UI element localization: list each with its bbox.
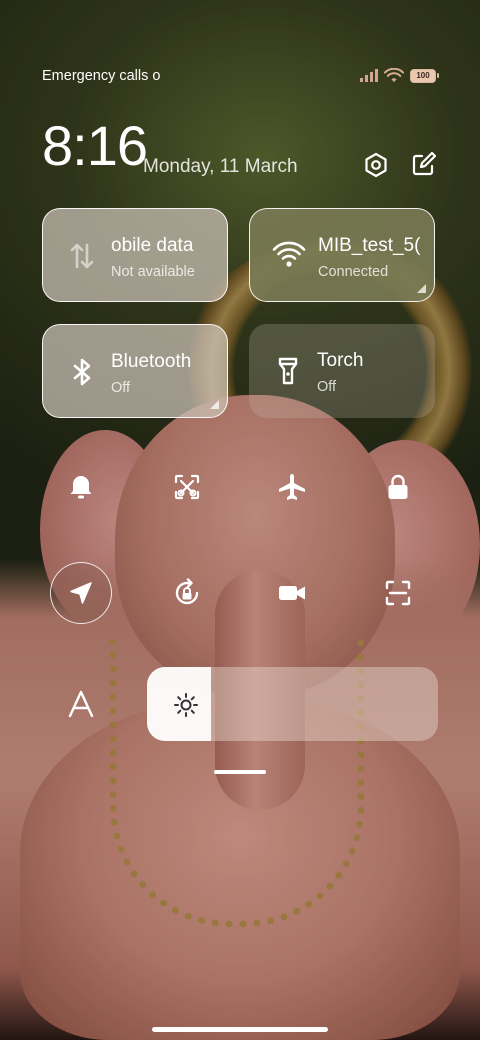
tile-mobile-data[interactable]: obile data Not available	[42, 208, 228, 302]
tile-mobile-data-title: obile data	[111, 235, 194, 256]
toggle-screen-record[interactable]	[261, 562, 323, 624]
battery-level: 100	[416, 71, 430, 80]
tile-bluetooth-title: Bluetooth	[111, 351, 192, 372]
toggle-screenshot[interactable]	[156, 456, 218, 518]
location-icon	[70, 582, 92, 604]
auto-brightness-icon	[68, 690, 94, 718]
torch-icon	[278, 357, 298, 385]
signal-icon	[360, 69, 378, 82]
rotation-lock-icon	[175, 578, 199, 605]
tile-bluetooth[interactable]: Bluetooth Off	[42, 324, 228, 418]
wifi-icon	[272, 241, 306, 267]
toggle-location[interactable]	[50, 562, 112, 624]
clock: 8:16	[42, 114, 148, 177]
status-bar: Emergency calls o 100	[0, 62, 480, 90]
auto-brightness-toggle[interactable]	[50, 673, 112, 735]
toggle-scanner[interactable]	[367, 562, 429, 624]
tile-wifi-title: MIB_test_5(	[318, 235, 421, 256]
toggle-lock-screen[interactable]	[367, 456, 429, 518]
lock-icon	[388, 474, 408, 499]
mobile-data-icon	[70, 243, 94, 269]
expand-corner-icon[interactable]	[417, 284, 426, 293]
tile-bluetooth-status: Off	[111, 380, 131, 396]
screenshot-icon	[174, 474, 200, 500]
expand-corner-icon[interactable]	[210, 400, 219, 409]
sun-icon	[174, 693, 198, 717]
bell-icon	[70, 476, 92, 499]
date: Monday, 11 March	[143, 156, 298, 177]
tile-wifi[interactable]: MIB_test_5( Connected	[249, 208, 435, 302]
tile-torch-status: Off	[317, 379, 337, 395]
panel-drag-handle[interactable]	[214, 770, 266, 774]
airplane-icon	[279, 474, 305, 500]
toggle-rotation-lock[interactable]	[156, 562, 218, 624]
tile-mobile-data-status: Not available	[111, 264, 195, 280]
toggle-sound[interactable]	[50, 456, 112, 518]
battery-icon: 100	[410, 68, 439, 83]
settings-icon[interactable]	[361, 150, 391, 180]
tile-torch-title: Torch	[317, 350, 364, 371]
toggle-airplane[interactable]	[261, 456, 323, 518]
tile-torch[interactable]: Torch Off	[249, 324, 435, 418]
scan-icon	[385, 580, 411, 606]
tile-wifi-status: Connected	[318, 264, 389, 280]
brightness-slider[interactable]	[147, 667, 438, 741]
bluetooth-icon	[73, 358, 91, 386]
carrier-text: Emergency calls o	[42, 68, 161, 84]
wifi-icon	[384, 68, 404, 83]
home-indicator[interactable]	[152, 1027, 328, 1032]
video-camera-icon	[279, 586, 305, 600]
edit-icon[interactable]	[408, 150, 438, 180]
